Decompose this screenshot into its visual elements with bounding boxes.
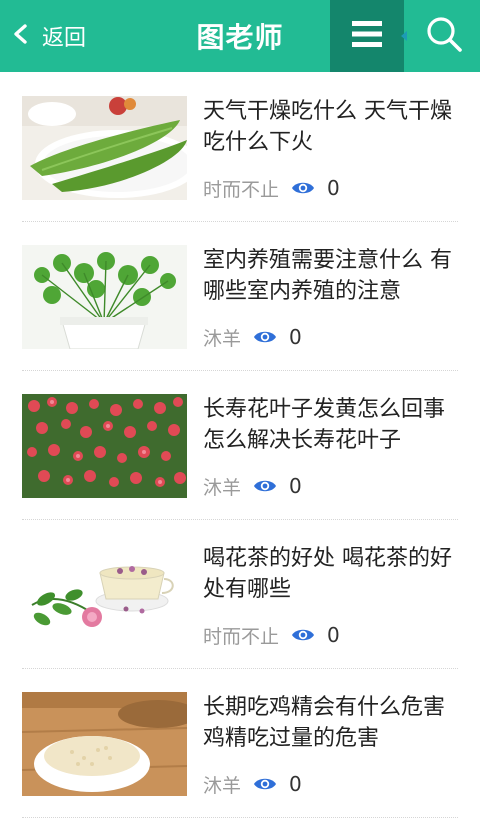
- view-count: 0: [289, 772, 302, 796]
- menu-icon: [350, 17, 384, 55]
- search-icon: [424, 14, 464, 58]
- article-author: 沐羊: [203, 476, 242, 499]
- eye-icon: [253, 478, 277, 494]
- list-item[interactable]: 喝花茶的好处 喝花茶的好处有哪些 时而不止 0: [22, 519, 458, 669]
- article-title: 喝花茶的好处 喝花茶的好处有哪些: [203, 546, 452, 602]
- view-count: 0: [289, 325, 302, 349]
- article-meta: 沐羊 0: [203, 770, 302, 798]
- article-thumbnail: [22, 543, 187, 647]
- article-meta: 沐羊 0: [203, 472, 302, 500]
- article-thumbnail: [22, 245, 187, 349]
- article-title: 天气干燥吃什么 天气干燥吃什么下火: [203, 99, 452, 155]
- back-button[interactable]: 返回: [10, 0, 120, 72]
- page-title: 图老师: [196, 21, 284, 54]
- article-title: 室内养殖需要注意什么 有哪些室内养殖的注意: [203, 248, 452, 304]
- list-item[interactable]: 天气干燥吃什么 天气干燥吃什么下火 时而不止 0: [22, 72, 458, 222]
- view-count: 0: [327, 176, 340, 200]
- article-meta: 时而不止 0: [203, 174, 340, 202]
- view-count: 0: [289, 474, 302, 498]
- top-bar: 返回 图老师: [0, 0, 480, 72]
- list-item[interactable]: 长寿花叶子发黄怎么回事 怎么解决长寿花叶子 沐羊 0: [22, 370, 458, 520]
- menu-indicator: [401, 31, 407, 41]
- article-author: 沐羊: [203, 327, 242, 350]
- list-item[interactable]: 室内养殖需要注意什么 有哪些室内养殖的注意 沐羊 0: [22, 221, 458, 371]
- article-title: 长期吃鸡精会有什么危害 鸡精吃过量的危害: [203, 695, 446, 751]
- article-thumbnail: [22, 394, 187, 498]
- search-button[interactable]: [408, 0, 480, 72]
- article-title: 长寿花叶子发黄怎么回事 怎么解决长寿花叶子: [203, 397, 446, 453]
- article-meta: 时而不止 0: [203, 621, 340, 649]
- article-author: 时而不止: [203, 625, 280, 648]
- article-thumbnail: [22, 96, 187, 200]
- eye-icon: [253, 776, 277, 792]
- eye-icon: [253, 329, 277, 345]
- view-count: 0: [327, 623, 340, 647]
- chevron-left-icon: [10, 23, 42, 49]
- article-author: 时而不止: [203, 178, 280, 201]
- article-thumbnail: [22, 692, 187, 796]
- article-meta: 沐羊 0: [203, 323, 302, 351]
- article-author: 沐羊: [203, 774, 242, 797]
- list-item[interactable]: 长期吃鸡精会有什么危害 鸡精吃过量的危害 沐羊 0: [22, 668, 458, 818]
- eye-icon: [291, 627, 315, 643]
- back-label: 返回: [42, 26, 87, 51]
- eye-icon: [291, 180, 315, 196]
- menu-button[interactable]: [330, 0, 404, 72]
